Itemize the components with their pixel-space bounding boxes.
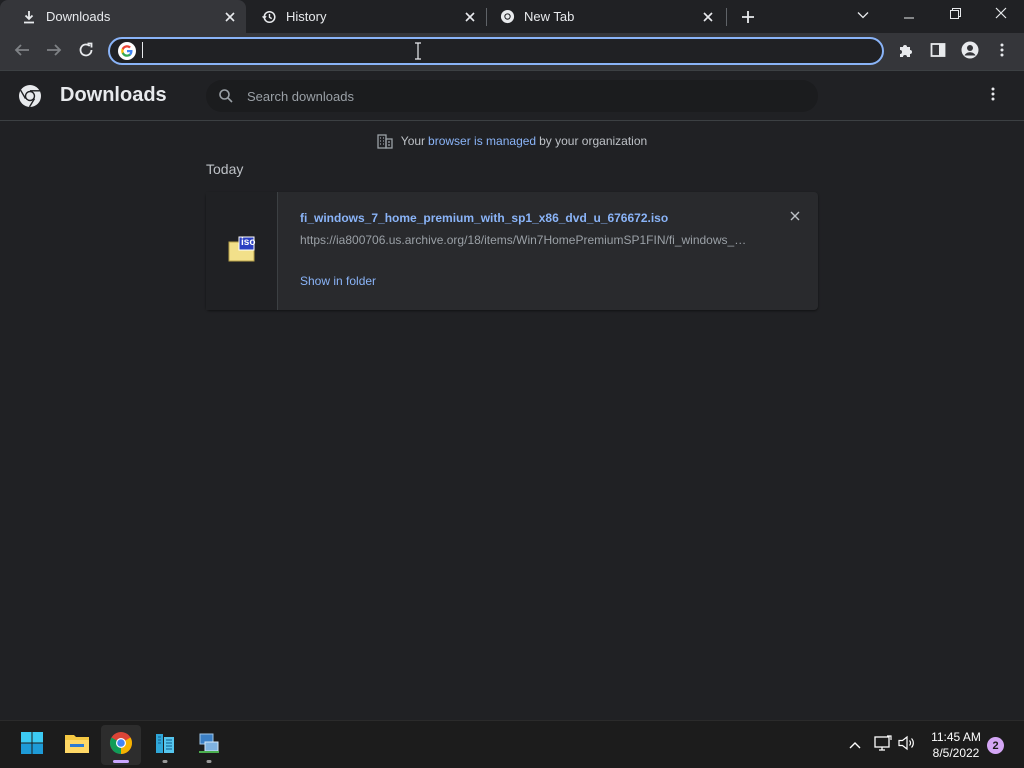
section-date-heading: Today bbox=[206, 161, 244, 177]
show-hidden-icons-button[interactable] bbox=[843, 733, 867, 757]
close-tab-icon[interactable] bbox=[698, 7, 718, 27]
running-app-indicator bbox=[206, 760, 212, 763]
tab-search-button[interactable] bbox=[840, 0, 886, 30]
iso-file-icon: iso bbox=[228, 236, 256, 262]
download-file-name-link[interactable]: fi_windows_7_home_premium_with_sp1_x86_d… bbox=[300, 211, 668, 225]
restore-button[interactable] bbox=[932, 0, 978, 30]
taskbar-chrome[interactable] bbox=[101, 725, 141, 765]
extensions-button[interactable] bbox=[892, 38, 920, 66]
tab-separator bbox=[726, 8, 727, 26]
file-explorer-icon bbox=[64, 732, 90, 759]
close-window-button[interactable] bbox=[978, 0, 1024, 30]
active-app-indicator bbox=[113, 760, 129, 763]
reload-icon bbox=[78, 42, 94, 63]
side-panel-button[interactable] bbox=[924, 38, 952, 66]
chevron-down-icon bbox=[857, 6, 869, 24]
address-input[interactable] bbox=[136, 39, 882, 63]
side-panel-icon bbox=[930, 42, 946, 63]
profile-button[interactable] bbox=[956, 38, 984, 66]
forward-button[interactable] bbox=[40, 38, 68, 66]
server-app-icon bbox=[153, 731, 177, 760]
clock-date: 8/5/2022 bbox=[932, 746, 980, 760]
close-icon bbox=[790, 208, 800, 226]
puzzle-icon bbox=[898, 42, 914, 63]
address-bar[interactable] bbox=[108, 37, 884, 65]
volume-button[interactable] bbox=[895, 733, 919, 757]
tab-title: Downloads bbox=[46, 9, 111, 24]
more-vertical-icon bbox=[991, 87, 995, 106]
tab-new-tab[interactable]: New Tab bbox=[478, 0, 724, 33]
chrome-icon bbox=[499, 9, 515, 25]
page-title: Downloads bbox=[60, 84, 167, 106]
download-item-icon-column: iso bbox=[206, 192, 278, 310]
search-icon bbox=[218, 88, 234, 104]
more-vertical-icon bbox=[1000, 43, 1004, 62]
notification-badge[interactable]: 2 bbox=[987, 737, 1004, 754]
windows-start-icon bbox=[20, 731, 44, 760]
show-in-folder-link[interactable]: Show in folder bbox=[300, 274, 376, 288]
chevron-up-icon bbox=[849, 736, 861, 754]
profile-icon bbox=[961, 41, 979, 64]
clock-time: 11:45 AM bbox=[931, 730, 981, 744]
downloads-menu-button[interactable] bbox=[982, 85, 1004, 107]
network-monitor-icon bbox=[874, 734, 892, 756]
tab-title: New Tab bbox=[524, 9, 575, 24]
downloads-header: Downloads bbox=[0, 71, 1024, 121]
arrow-right-icon bbox=[46, 42, 62, 63]
system-clock[interactable]: 11:45 AM 8/5/2022 bbox=[924, 729, 988, 761]
tab-strip: Downloads History New Tab bbox=[0, 0, 1024, 33]
remove-download-button[interactable] bbox=[786, 208, 804, 226]
running-app-indicator bbox=[162, 760, 168, 763]
taskbar: 11:45 AM 8/5/2022 2 bbox=[0, 720, 1024, 768]
speaker-icon bbox=[898, 735, 916, 756]
network-app-icon bbox=[197, 731, 221, 760]
arrow-left-icon bbox=[14, 42, 30, 63]
download-item: iso fi_windows_7_home_premium_with_sp1_x… bbox=[206, 192, 818, 310]
file-icon-label: iso bbox=[241, 237, 256, 248]
search-downloads-input[interactable] bbox=[234, 80, 818, 112]
i-beam-cursor-icon bbox=[414, 42, 422, 60]
history-icon bbox=[261, 9, 277, 25]
search-downloads-box[interactable] bbox=[206, 80, 818, 112]
restore-icon bbox=[949, 6, 961, 24]
managed-notice: Your browser is managed by your organiza… bbox=[0, 131, 1024, 151]
google-icon bbox=[118, 42, 136, 60]
download-source-url: https://ia800706.us.archive.org/18/items… bbox=[300, 233, 750, 247]
browser-menu-button[interactable] bbox=[988, 38, 1016, 66]
close-icon bbox=[995, 6, 1007, 24]
new-tab-button[interactable] bbox=[736, 5, 760, 29]
text-caret bbox=[142, 42, 143, 58]
managed-link[interactable]: browser is managed bbox=[428, 134, 536, 148]
tab-title: History bbox=[286, 9, 327, 24]
browser-window: Downloads History New Tab Downloads Sear… bbox=[0, 0, 1024, 720]
close-tab-icon[interactable] bbox=[220, 7, 240, 27]
taskbar-file-explorer[interactable] bbox=[57, 725, 97, 765]
chrome-logo-icon bbox=[18, 84, 42, 108]
reload-button[interactable] bbox=[72, 38, 100, 66]
taskbar-network-app[interactable] bbox=[189, 725, 229, 765]
network-status-button[interactable] bbox=[871, 733, 895, 757]
tab-history[interactable]: History bbox=[240, 0, 486, 33]
building-icon bbox=[377, 133, 393, 149]
minimize-button[interactable] bbox=[886, 0, 932, 30]
taskbar-server-app[interactable] bbox=[145, 725, 185, 765]
download-icon bbox=[21, 9, 37, 25]
back-button[interactable] bbox=[8, 38, 36, 66]
minimize-icon bbox=[904, 6, 914, 24]
managed-text-suffix: by your organization bbox=[539, 134, 648, 148]
managed-text-prefix: Your bbox=[400, 134, 426, 148]
close-tab-icon[interactable] bbox=[460, 7, 480, 27]
chrome-icon bbox=[109, 731, 133, 760]
browser-toolbar bbox=[0, 33, 1024, 71]
tab-downloads[interactable]: Downloads bbox=[0, 0, 246, 33]
start-button[interactable] bbox=[12, 725, 52, 765]
